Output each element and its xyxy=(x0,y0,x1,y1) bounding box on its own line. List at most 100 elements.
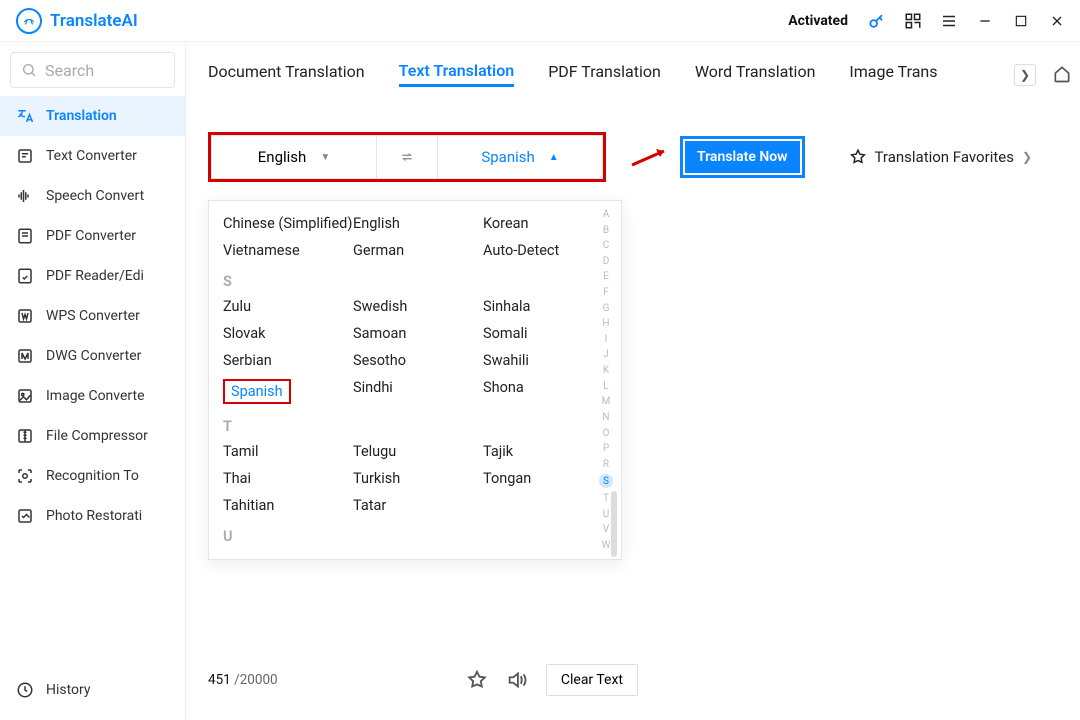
alpha-F[interactable]: F xyxy=(603,287,609,298)
sidebar-item-image-converte[interactable]: Image Converte xyxy=(0,376,185,416)
language-option[interactable]: Chinese (Simplified) xyxy=(223,215,353,232)
language-option[interactable]: English xyxy=(353,215,483,232)
maximize-icon[interactable] xyxy=(1010,10,1032,32)
language-option[interactable]: Tahitian xyxy=(223,497,353,514)
language-option[interactable]: Zulu xyxy=(223,298,353,315)
alpha-I[interactable]: I xyxy=(605,334,608,345)
alpha-C[interactable]: C xyxy=(603,240,610,251)
language-option[interactable]: Tajik xyxy=(483,443,613,460)
section-T: T xyxy=(223,418,621,435)
scrollbar-thumb[interactable] xyxy=(611,491,617,557)
dwg-icon xyxy=(16,347,34,365)
sidebar-item-dwg-converter[interactable]: DWG Converter xyxy=(0,336,185,376)
language-option[interactable]: Swedish xyxy=(353,298,483,315)
sidebar-item-text-converter[interactable]: Text Converter xyxy=(0,136,185,176)
tab-document-translation[interactable]: Document Translation xyxy=(208,62,365,85)
language-option[interactable]: Spanish xyxy=(223,379,353,404)
alpha-H[interactable]: H xyxy=(602,318,609,329)
target-language-select[interactable]: Spanish ▲ xyxy=(437,135,603,179)
tab-word-translation[interactable]: Word Translation xyxy=(695,62,816,85)
sidebar-item-recognition-to[interactable]: Recognition To xyxy=(0,456,185,496)
language-option[interactable]: Telugu xyxy=(353,443,483,460)
language-option[interactable]: Tongan xyxy=(483,470,613,487)
language-option[interactable]: Tatar xyxy=(353,497,483,514)
alpha-D[interactable]: D xyxy=(603,256,610,267)
sidebar-item-file-compressor[interactable]: File Compressor xyxy=(0,416,185,456)
translate-button[interactable]: Translate Now xyxy=(685,141,800,173)
language-option[interactable]: Thai xyxy=(223,470,353,487)
language-option[interactable]: Somali xyxy=(483,325,613,342)
language-option[interactable]: Auto-Detect xyxy=(483,242,613,259)
home-icon[interactable] xyxy=(1052,64,1074,86)
chevron-up-icon: ▲ xyxy=(549,152,559,163)
language-option[interactable]: Korean xyxy=(483,215,613,232)
minimize-icon[interactable] xyxy=(974,10,996,32)
alpha-U[interactable]: U xyxy=(603,509,609,520)
alpha-A[interactable]: A xyxy=(603,209,610,220)
speaker-icon[interactable] xyxy=(506,669,528,691)
sidebar-history[interactable]: History xyxy=(0,670,185,710)
tab-pdf-translation[interactable]: PDF Translation xyxy=(548,62,661,85)
language-option[interactable] xyxy=(483,497,613,514)
source-language-select[interactable]: English ▼ xyxy=(211,135,377,179)
sidebar: Search TranslationText ConverterSpeech C… xyxy=(0,42,186,720)
alpha-B[interactable]: B xyxy=(603,225,609,236)
translate-icon xyxy=(16,107,34,125)
alpha-O[interactable]: O xyxy=(603,428,610,439)
qr-icon[interactable] xyxy=(902,10,924,32)
alpha-K[interactable]: K xyxy=(603,365,609,376)
key-icon[interactable] xyxy=(866,10,888,32)
sidebar-item-wps-converter[interactable]: WPS Converter xyxy=(0,296,185,336)
language-option[interactable]: Tamil xyxy=(223,443,353,460)
alpha-T[interactable]: T xyxy=(603,493,609,504)
close-icon[interactable] xyxy=(1046,10,1068,32)
alpha-G[interactable]: G xyxy=(603,303,610,314)
translate-button-highlight: Translate Now xyxy=(680,136,805,178)
clear-text-button[interactable]: Clear Text xyxy=(546,664,638,696)
language-option[interactable]: Serbian xyxy=(223,352,353,369)
pdf-icon xyxy=(16,227,34,245)
language-option[interactable]: Turkish xyxy=(353,470,483,487)
compress-icon xyxy=(16,427,34,445)
language-selector-box: English ▼ Spanish ▲ xyxy=(208,132,606,182)
alpha-R[interactable]: R xyxy=(603,459,609,470)
sidebar-item-translation[interactable]: Translation xyxy=(0,96,185,136)
swap-languages-button[interactable] xyxy=(377,135,437,179)
alpha-V[interactable]: V xyxy=(603,524,609,535)
language-option[interactable]: Vietnamese xyxy=(223,242,353,259)
language-option[interactable]: Slovak xyxy=(223,325,353,342)
favorite-star-icon[interactable] xyxy=(466,669,488,691)
tab-image-trans[interactable]: Image Trans xyxy=(849,62,937,85)
language-option[interactable]: Sindhi xyxy=(353,379,483,404)
language-option[interactable]: Sesotho xyxy=(353,352,483,369)
alpha-L[interactable]: L xyxy=(603,381,608,392)
chevron-down-icon: ▼ xyxy=(320,152,330,163)
language-option[interactable]: Sinhala xyxy=(483,298,613,315)
sidebar-item-speech-convert[interactable]: Speech Convert xyxy=(0,176,185,216)
search-icon xyxy=(21,62,37,78)
alpha-N[interactable]: N xyxy=(602,412,609,423)
language-option[interactable]: Swahili xyxy=(483,352,613,369)
alpha-E[interactable]: E xyxy=(603,271,609,282)
brand: TranslateAI xyxy=(16,8,138,34)
alpha-P[interactable]: P xyxy=(603,443,609,454)
alpha-M[interactable]: M xyxy=(602,396,611,407)
tab-text-translation[interactable]: Text Translation xyxy=(399,61,515,87)
text-icon xyxy=(16,147,34,165)
sidebar-item-photo-restorati[interactable]: Photo Restorati xyxy=(0,496,185,536)
language-option[interactable]: Shona xyxy=(483,379,613,404)
sidebar-item-pdf-reader-edi[interactable]: PDF Reader/Edi xyxy=(0,256,185,296)
tab-scroll-right[interactable]: ❯ xyxy=(1014,64,1036,86)
language-option[interactable]: Samoan xyxy=(353,325,483,342)
char-counter: 451 /20000 xyxy=(208,672,278,688)
alpha-W[interactable]: W xyxy=(602,540,611,551)
language-option[interactable]: German xyxy=(353,242,483,259)
chevron-right-icon: ❯ xyxy=(1022,150,1032,164)
translation-favorites[interactable]: Translation Favorites ❯ xyxy=(849,148,1033,166)
star-icon xyxy=(849,148,867,166)
alpha-S[interactable]: S xyxy=(599,474,613,488)
alpha-J[interactable]: J xyxy=(603,349,609,360)
menu-icon[interactable] xyxy=(938,10,960,32)
sidebar-item-pdf-converter[interactable]: PDF Converter xyxy=(0,216,185,256)
search-input[interactable]: Search xyxy=(10,52,175,88)
